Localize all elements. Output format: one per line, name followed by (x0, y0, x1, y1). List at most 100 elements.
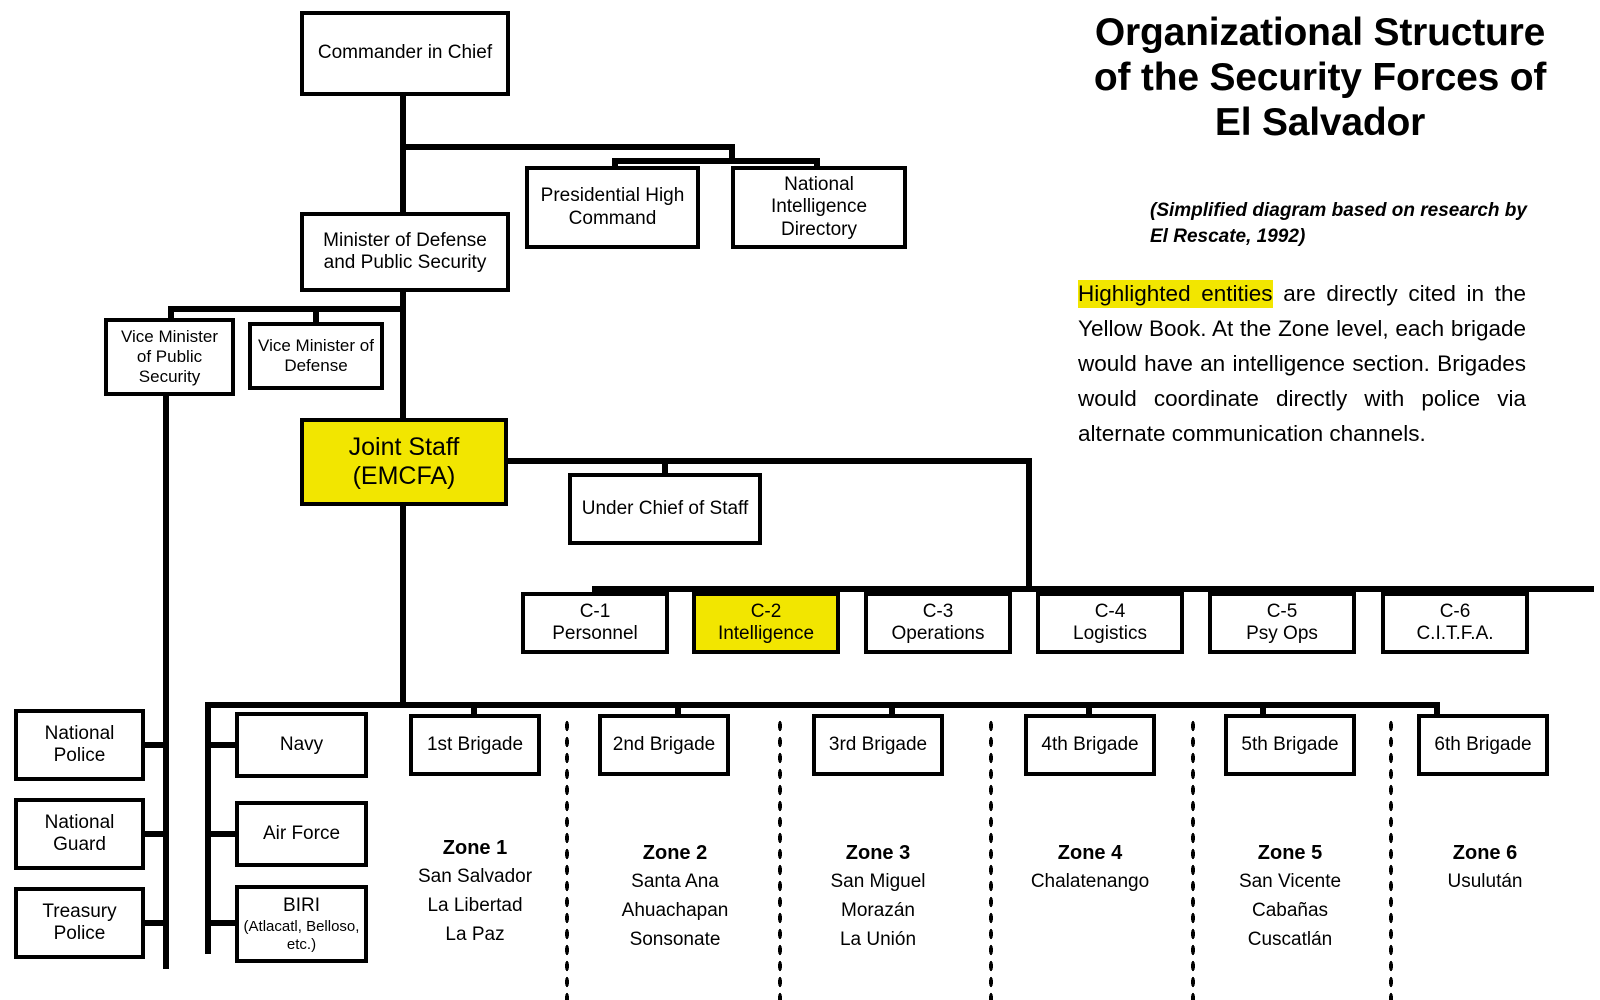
page-subtitle: (Simplified diagram based on research by… (1150, 200, 1527, 247)
staff-section-code: C-2 (750, 600, 782, 622)
connector-national-guard-stub (145, 831, 169, 837)
zone-name: Zone 4 (1057, 842, 1123, 864)
zone-name: Zone 6 (1452, 842, 1518, 864)
staff-section-code: C-1 (579, 600, 611, 622)
node-label-line1: Joint Staff (348, 433, 460, 461)
zone-caption-2: Zone 2 Santa Ana Ahuachapan Sonsonate (580, 838, 770, 955)
connector-vmps-stem (163, 394, 169, 969)
org-chart-diagram: Commander in Chief Presidential High Com… (0, 0, 1600, 1000)
node-label: BIRI (283, 895, 320, 917)
node-brigade-6[interactable]: 6th Brigade (1417, 714, 1549, 776)
legend-note: Highlighted entities are directly cited … (1078, 276, 1526, 451)
zone-departments: San Salvador La Libertad La Paz (417, 866, 533, 946)
staff-section-code: C-3 (922, 600, 954, 622)
node-staff-section-c2[interactable]: C-2 Intelligence (692, 592, 840, 654)
node-vice-minister-public-security[interactable]: Vice Minister of Public Security (104, 318, 235, 396)
connector-biri-stub (205, 920, 235, 926)
connector-treasury-police-stub (145, 920, 169, 926)
zone-caption-4: Zone 4 Chalatenango (995, 838, 1185, 897)
connector-navy-stub (205, 742, 235, 748)
staff-section-name: Logistics (1073, 623, 1147, 644)
node-label: 1st Brigade (426, 733, 524, 755)
node-national-intelligence-directory[interactable]: National Intelligence Directory (731, 166, 907, 249)
connector-cic-stem (400, 92, 406, 150)
node-label: 3rd Brigade (828, 733, 928, 755)
node-label: National Police (44, 722, 115, 766)
connector-vm-defense-drop (313, 306, 319, 322)
node-label: 4th Brigade (1041, 733, 1139, 755)
node-label: 5th Brigade (1241, 733, 1339, 755)
node-brigade-5[interactable]: 5th Brigade (1224, 714, 1356, 776)
node-label: Under Chief of Staff (581, 497, 749, 519)
page-title-line3: El Salvador (1214, 101, 1426, 145)
node-label-line2: (EMCFA) (352, 462, 456, 490)
connector-jointstaff-to-crow (1026, 458, 1032, 590)
connector-phc-nid-bar (612, 158, 820, 164)
page-title-line1: Organizational Structure (1094, 11, 1546, 54)
staff-section-name: Psy Ops (1246, 623, 1318, 644)
node-staff-section-c3[interactable]: C-3 Operations (864, 592, 1012, 654)
zone-name: Zone 5 (1257, 842, 1323, 864)
node-staff-section-c1[interactable]: C-1 Personnel (521, 592, 669, 654)
staff-section-name: Intelligence (717, 623, 815, 644)
node-staff-section-c4[interactable]: C-4 Logistics (1036, 592, 1184, 654)
zone-name: Zone 1 (442, 837, 508, 859)
page-title: Organizational Structure of the Security… (1040, 10, 1600, 146)
node-label: Treasury Police (42, 900, 117, 944)
connector-jointstaff-right (505, 458, 1032, 464)
page-title-line2: of the Security Forces of (1093, 56, 1547, 100)
node-brigade-4[interactable]: 4th Brigade (1024, 714, 1156, 776)
staff-section-code: C-5 (1266, 600, 1298, 622)
node-label: Presidential High Command (540, 185, 685, 229)
node-minister-of-defense[interactable]: Minister of Defense and Public Security (300, 212, 510, 292)
zone-departments: Chalatenango (1030, 871, 1150, 893)
node-navy[interactable]: Navy (235, 712, 368, 778)
connector-services-stem (205, 702, 211, 760)
node-under-chief-of-staff[interactable]: Under Chief of Staff (568, 473, 762, 545)
node-brigade-2[interactable]: 2nd Brigade (598, 714, 730, 776)
zone-name: Zone 3 (845, 842, 911, 864)
legend-note-highlight: Highlighted entities (1078, 280, 1273, 308)
node-label: Vice Minister of Defense (258, 336, 374, 375)
node-label: Commander in Chief (317, 42, 493, 64)
node-national-police[interactable]: National Police (14, 709, 145, 781)
node-label: National Intelligence Directory (770, 174, 868, 240)
zone-departments: San Vicente Cabañas Cuscatlán (1238, 871, 1342, 951)
node-brigade-1[interactable]: 1st Brigade (409, 714, 541, 776)
staff-section-name: Personnel (552, 623, 638, 644)
connector-airforce-stub (205, 831, 235, 837)
node-presidential-high-command[interactable]: Presidential High Command (525, 166, 700, 249)
zone-departments: San Miguel Morazán La Unión (830, 871, 926, 951)
zone-caption-3: Zone 3 San Miguel Morazán La Unión (783, 838, 973, 955)
node-national-guard[interactable]: National Guard (14, 798, 145, 870)
connector-cic-bar (400, 144, 735, 150)
staff-section-name: Operations (891, 623, 985, 644)
node-label: National Guard (44, 811, 115, 855)
node-staff-section-c5[interactable]: C-5 Psy Ops (1208, 592, 1356, 654)
node-label: Minister of Defense and Public Security (323, 229, 487, 273)
connector-brigade-bus (205, 702, 1440, 708)
zone-departments: Usulután (1447, 871, 1523, 893)
node-biri[interactable]: BIRI (Atlacatl, Belloso, etc.) (235, 885, 368, 963)
node-label: Navy (279, 733, 324, 755)
node-label: 2nd Brigade (612, 733, 716, 755)
staff-section-code: C-4 (1094, 600, 1126, 622)
zone-separator-3 (988, 718, 994, 1000)
zone-departments: Santa Ana Ahuachapan Sonsonate (621, 871, 729, 951)
node-treasury-police[interactable]: Treasury Police (14, 887, 145, 959)
node-vice-minister-defense[interactable]: Vice Minister of Defense (248, 322, 384, 390)
node-label: 6th Brigade (1434, 733, 1532, 755)
staff-section-name: C.I.T.F.A. (1416, 623, 1494, 644)
node-staff-section-c6[interactable]: C-6 C.I.T.F.A. (1381, 592, 1529, 654)
node-air-force[interactable]: Air Force (235, 801, 368, 867)
zone-caption-5: Zone 5 San Vicente Cabañas Cuscatlán (1195, 838, 1385, 955)
connector-viceminister-bar (168, 306, 406, 312)
node-brigade-3[interactable]: 3rd Brigade (812, 714, 944, 776)
node-commander-in-chief[interactable]: Commander in Chief (300, 11, 510, 96)
connector-jointstaff-stem (400, 506, 406, 708)
node-joint-staff[interactable]: Joint Staff (EMCFA) (300, 418, 508, 506)
staff-section-code: C-6 (1439, 600, 1471, 622)
node-label: Vice Minister of Public Security (121, 327, 218, 386)
node-sublabel: (Atlacatl, Belloso, etc.) (243, 918, 360, 953)
zone-caption-1: Zone 1 San Salvador La Libertad La Paz (380, 833, 570, 950)
